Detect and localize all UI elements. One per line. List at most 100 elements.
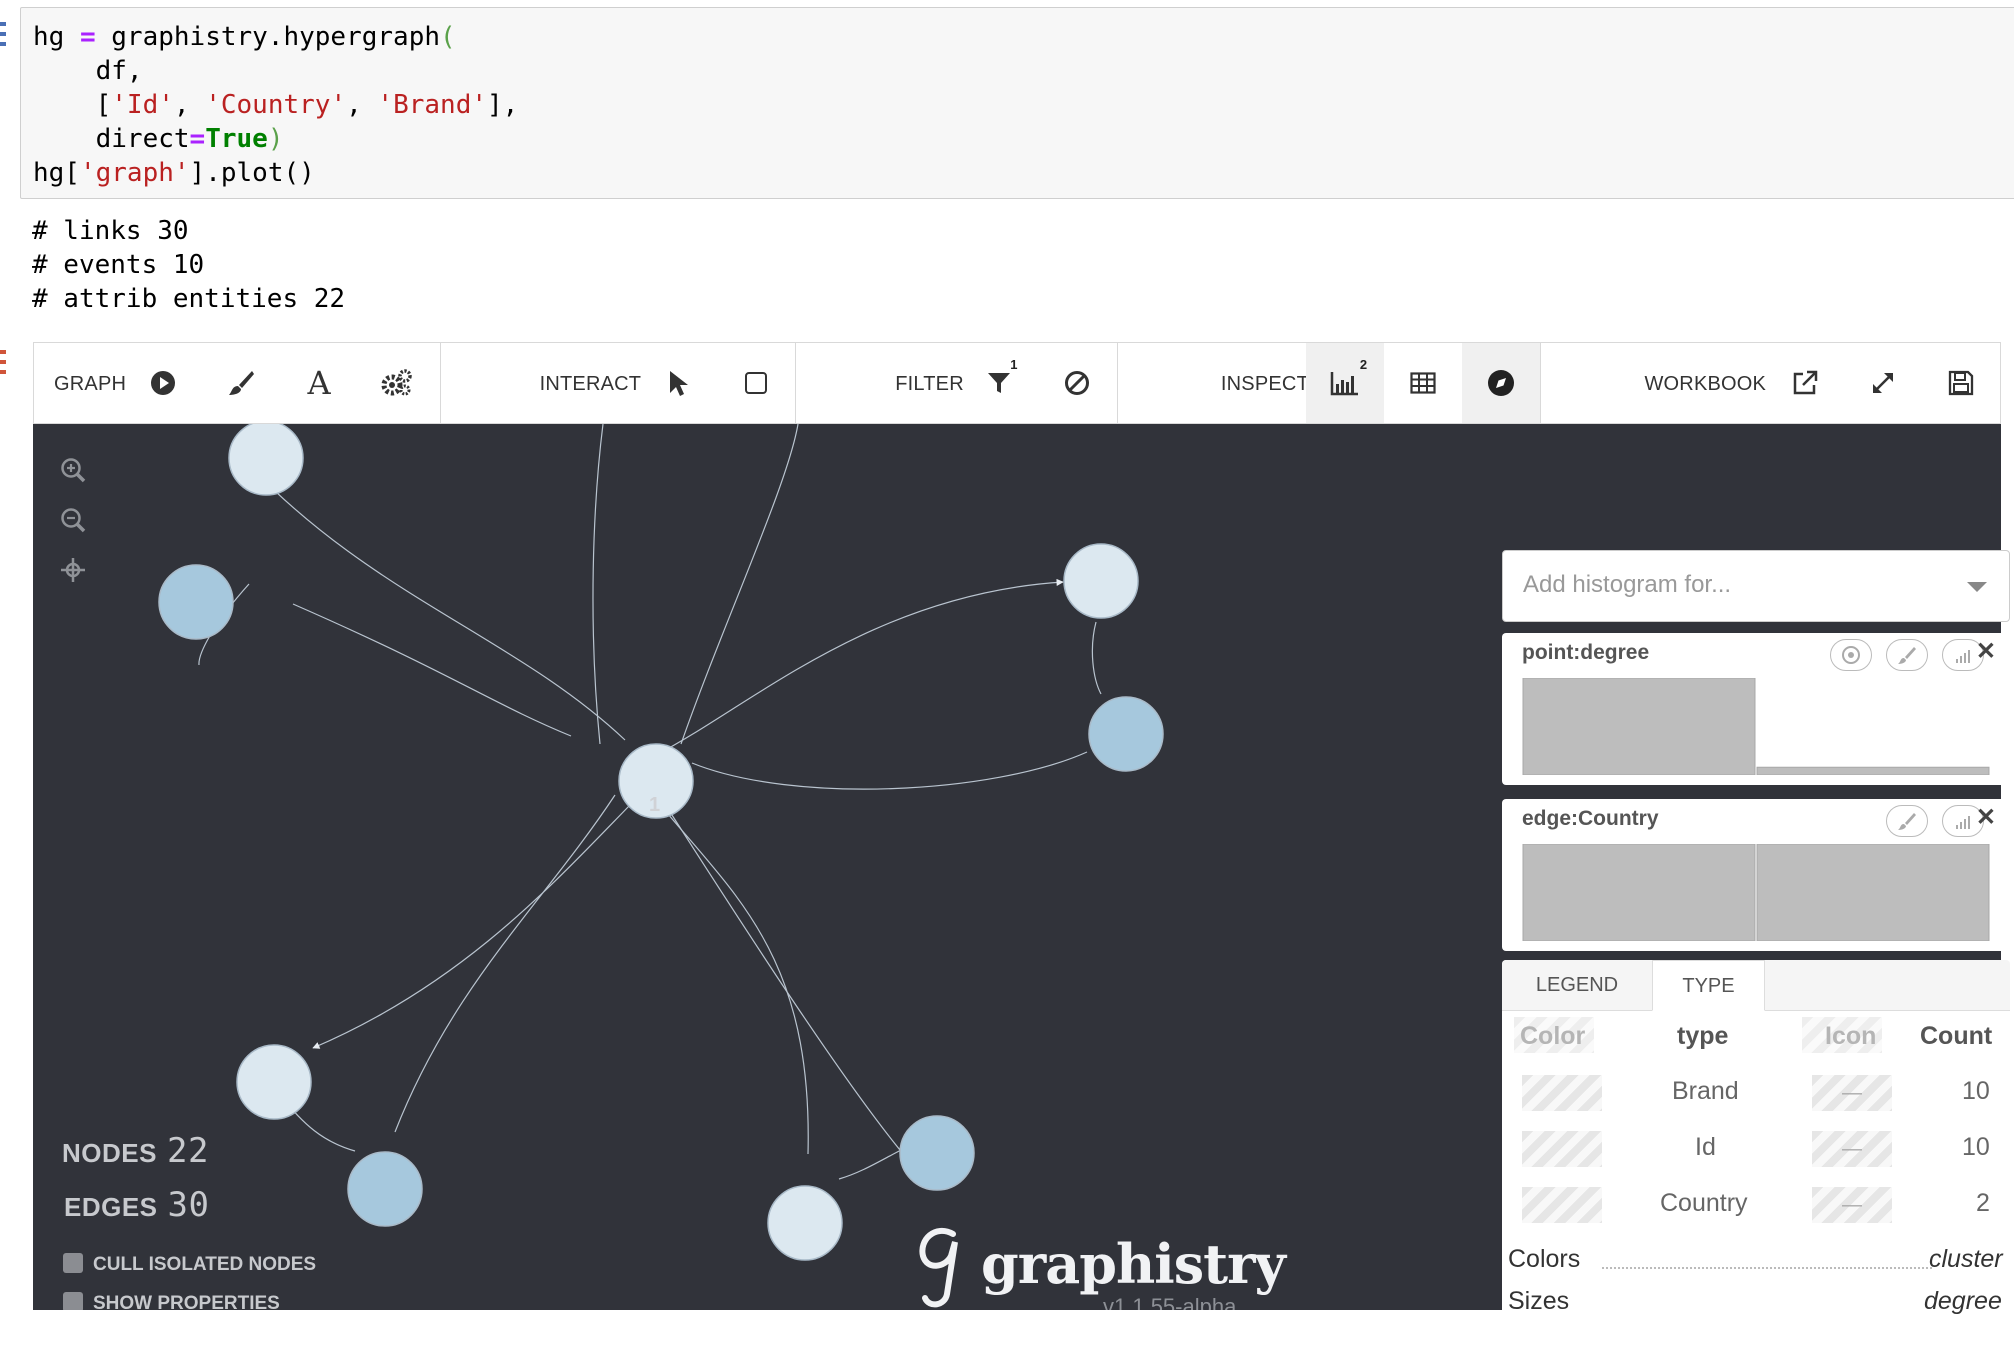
color-swatch[interactable] bbox=[1522, 1187, 1602, 1223]
graph-node bbox=[228, 424, 304, 496]
output-marker bbox=[0, 350, 6, 374]
graph-edge bbox=[657, 578, 1064, 755]
nodes-label: NODES bbox=[62, 1138, 157, 1168]
legend-count: 2 bbox=[1976, 1189, 1990, 1217]
graph-edge bbox=[232, 447, 626, 741]
show-props-label: SHOW PROPERTIES bbox=[93, 1293, 280, 1310]
histogram-select[interactable]: Add histogram for... bbox=[1502, 550, 2010, 622]
graph-node bbox=[767, 1185, 843, 1261]
colors-value[interactable]: cluster bbox=[1929, 1245, 2003, 1274]
square-icon bbox=[744, 371, 768, 395]
exclude-button[interactable] bbox=[1038, 343, 1116, 423]
close-icon[interactable]: ✕ bbox=[1976, 803, 1996, 832]
pointer-button[interactable] bbox=[639, 343, 717, 423]
graph-edge bbox=[838, 1147, 906, 1180]
brush-icon[interactable] bbox=[1886, 805, 1928, 837]
label-button[interactable]: A bbox=[280, 343, 358, 423]
settings-button[interactable] bbox=[358, 343, 436, 423]
table-icon bbox=[1410, 372, 1436, 394]
brush-button[interactable] bbox=[202, 343, 280, 423]
graph-node bbox=[347, 1151, 423, 1227]
font-icon: A bbox=[307, 364, 331, 402]
brush-icon bbox=[226, 368, 256, 398]
histogram-bar[interactable] bbox=[1756, 844, 1990, 941]
tab-legend[interactable]: LEGEND bbox=[1502, 960, 1652, 1010]
histogram-plot[interactable] bbox=[1522, 678, 1992, 775]
graph-label: GRAPH bbox=[54, 373, 127, 395]
graph-node bbox=[1088, 696, 1164, 772]
histogram-button[interactable]: 2 bbox=[1305, 343, 1384, 423]
inspect-section: INSPECT 2 bbox=[1118, 343, 1542, 423]
play-button[interactable] bbox=[124, 343, 202, 423]
histogram-bar[interactable] bbox=[1522, 844, 1756, 941]
legend-type: Country bbox=[1660, 1189, 1748, 1217]
graphistry-g-icon bbox=[919, 1227, 958, 1308]
funnel-icon bbox=[986, 370, 1012, 396]
chevron-down-icon bbox=[1967, 582, 1987, 592]
color-swatch[interactable] bbox=[1522, 1075, 1602, 1111]
graph-edge bbox=[660, 797, 911, 1163]
graph-node bbox=[1063, 543, 1139, 619]
graph-edge bbox=[292, 603, 572, 737]
open-external-button[interactable] bbox=[1766, 343, 1844, 423]
close-icon[interactable]: ✕ bbox=[1976, 637, 1996, 666]
inspect-count-badge: 2 bbox=[1359, 357, 1368, 372]
floppy-disk-icon bbox=[1948, 370, 1974, 396]
cull-isolated-checkbox[interactable]: CULL ISOLATED NODES bbox=[63, 1253, 316, 1276]
save-button[interactable] bbox=[1922, 343, 2000, 423]
nodes-count: 22 bbox=[166, 1131, 209, 1171]
nodes-stat: NODES 22 bbox=[62, 1131, 209, 1171]
output-line: # links 30 bbox=[32, 216, 189, 246]
compass-icon bbox=[1487, 369, 1515, 397]
histogram-card: edge:Country ✕ bbox=[1502, 799, 2010, 951]
checkbox-box[interactable] bbox=[63, 1253, 83, 1273]
histogram-plot[interactable] bbox=[1522, 844, 1992, 941]
edges-count: 30 bbox=[167, 1185, 210, 1225]
cursor-icon bbox=[667, 369, 689, 397]
type-column-header: type bbox=[1677, 1022, 1729, 1050]
graph-edge bbox=[394, 794, 616, 1133]
graphistry-widget: GRAPH A INTERACT FILTER 1 INSPECT 2 WORK… bbox=[33, 342, 2010, 1360]
legend-icon[interactable]: — bbox=[1812, 1075, 1892, 1111]
edges-label: EDGES bbox=[64, 1192, 158, 1222]
show-properties-checkbox[interactable]: SHOW PROPERTIES bbox=[63, 1292, 280, 1310]
code-line: hg = graphistry.hypergraph( bbox=[33, 22, 456, 52]
output-line: # attrib entities 22 bbox=[32, 284, 346, 314]
histogram-bar[interactable] bbox=[1522, 678, 1756, 775]
legend-icon[interactable]: — bbox=[1812, 1131, 1892, 1167]
ban-icon bbox=[1064, 370, 1090, 396]
code-cell[interactable]: hg = graphistry.hypergraph( df, ['Id', '… bbox=[20, 7, 2014, 199]
interact-label: INTERACT bbox=[539, 373, 642, 395]
graph-node bbox=[158, 564, 234, 640]
fullscreen-button[interactable] bbox=[1844, 343, 1922, 423]
filter-section: FILTER 1 bbox=[796, 343, 1118, 423]
sizes-value[interactable]: degree bbox=[1924, 1287, 2002, 1316]
cell-marker bbox=[0, 22, 6, 46]
external-link-icon bbox=[1791, 369, 1819, 397]
play-icon bbox=[150, 370, 176, 396]
count-column-header: Count bbox=[1920, 1022, 1993, 1050]
code-line: ['Id', 'Country', 'Brand'], bbox=[33, 90, 519, 120]
table-button[interactable] bbox=[1384, 343, 1462, 423]
color-swatch[interactable] bbox=[1522, 1131, 1602, 1167]
dotted-leader bbox=[1602, 1267, 1932, 1269]
histogram-select-placeholder: Add histogram for... bbox=[1523, 571, 1732, 598]
legend-count: 10 bbox=[1962, 1077, 1990, 1105]
legend-type: Brand bbox=[1672, 1077, 1739, 1105]
node-label: 1 bbox=[649, 794, 661, 816]
tab-type[interactable]: TYPE bbox=[1652, 960, 1765, 1011]
graph-section: GRAPH A bbox=[34, 343, 441, 423]
explore-button[interactable] bbox=[1461, 343, 1540, 423]
checkbox-box[interactable] bbox=[63, 1292, 83, 1310]
brush-icon[interactable] bbox=[1886, 639, 1928, 671]
code-line: df, bbox=[33, 56, 143, 86]
lasso-button[interactable] bbox=[717, 343, 795, 423]
histogram-bar[interactable] bbox=[1756, 766, 1990, 775]
graph-node bbox=[236, 1044, 312, 1120]
code-editor[interactable]: hg = graphistry.hypergraph( df, ['Id', '… bbox=[21, 8, 2014, 190]
filter-button[interactable]: 1 bbox=[960, 343, 1038, 423]
legend-icon[interactable]: — bbox=[1812, 1187, 1892, 1223]
target-icon[interactable] bbox=[1830, 639, 1872, 671]
histogram-title: point:degree bbox=[1522, 641, 1650, 664]
cull-label: CULL ISOLATED NODES bbox=[93, 1254, 317, 1275]
